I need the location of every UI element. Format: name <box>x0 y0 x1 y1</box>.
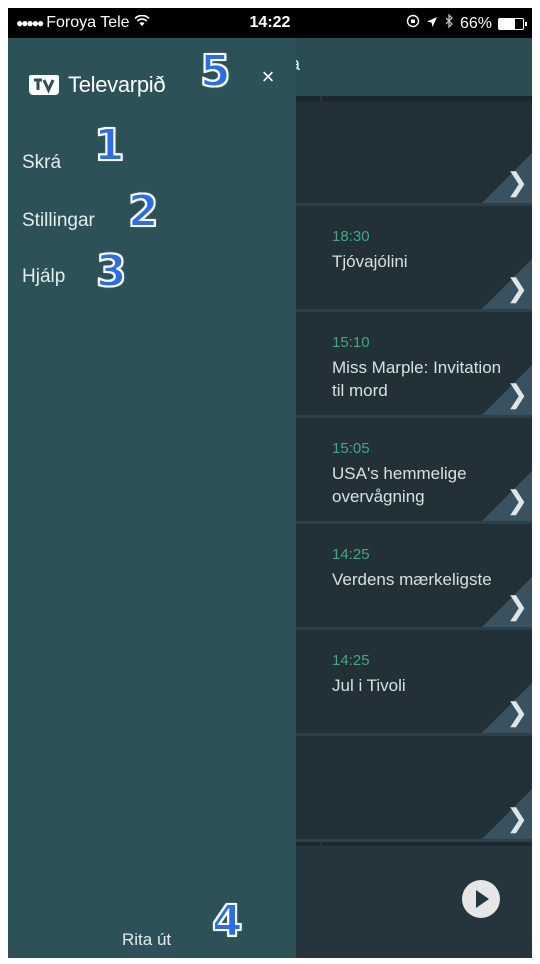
bluetooth-icon <box>444 13 454 33</box>
chevron-right-icon: ❯ <box>506 485 528 515</box>
program-row[interactable]: ❯ <box>296 736 532 842</box>
chevron-right-icon: ❯ <box>506 591 528 621</box>
logout-button[interactable]: Rita út <box>122 930 171 950</box>
program-time: 18:30 <box>332 228 370 245</box>
chevron-right-icon: ❯ <box>506 273 528 303</box>
close-button[interactable]: × <box>254 64 282 92</box>
program-row[interactable]: 14:25 Verdens mærkeligste ❯ <box>296 524 532 630</box>
annotation-number: 4 <box>211 895 244 948</box>
brand-name: Televarpið <box>68 72 166 97</box>
annotation-number: 3 <box>95 245 128 298</box>
chevron-right-icon: ❯ <box>506 379 528 409</box>
annotation-number: 5 <box>199 45 232 98</box>
menu-item-hjalp[interactable]: Hjálp <box>22 266 65 288</box>
program-time: 14:25 <box>332 546 370 563</box>
program-row[interactable]: 15:05 USA's hemmelige overvågning ❯ <box>296 418 532 524</box>
program-time: 14:25 <box>332 652 370 669</box>
status-icons: 66% <box>406 13 527 33</box>
annotation-number: 1 <box>93 119 126 172</box>
program-row[interactable]: 14:25 Jul i Tivoli ❯ <box>296 630 532 736</box>
program-time: 15:10 <box>332 334 370 351</box>
rotation-lock-icon <box>406 14 420 33</box>
brand-logo: Televarpið <box>28 72 166 98</box>
location-icon <box>426 15 438 33</box>
program-row[interactable]: ❯ <box>296 102 532 206</box>
battery-percent: 66% <box>459 14 492 32</box>
annotation-number: 2 <box>127 185 160 238</box>
program-time: 15:05 <box>332 440 370 457</box>
menu-item-stillingar[interactable]: Stillingar <box>22 210 95 232</box>
battery-icon <box>498 17 527 30</box>
menu-item-skra[interactable]: Skrá <box>22 152 61 174</box>
status-bar: ●●●●● Foroya Tele 14:22 66% <box>8 8 532 38</box>
phone-screen: ●●●●● Foroya Tele 14:22 66% a <box>8 8 532 958</box>
program-row[interactable]: 15:10 Miss Marple: Invitation til mord ❯ <box>296 312 532 418</box>
chevron-right-icon: ❯ <box>506 167 528 197</box>
chevron-right-icon: ❯ <box>506 803 528 833</box>
program-row[interactable]: 18:30 Tjóvajólini ❯ <box>296 206 532 312</box>
chevron-right-icon: ❯ <box>506 697 528 727</box>
tv-logo-icon <box>29 75 59 95</box>
play-icon[interactable] <box>462 880 500 918</box>
navigation-drawer: Televarpið × Skrá Stillingar Hjálp Rita … <box>8 38 296 958</box>
